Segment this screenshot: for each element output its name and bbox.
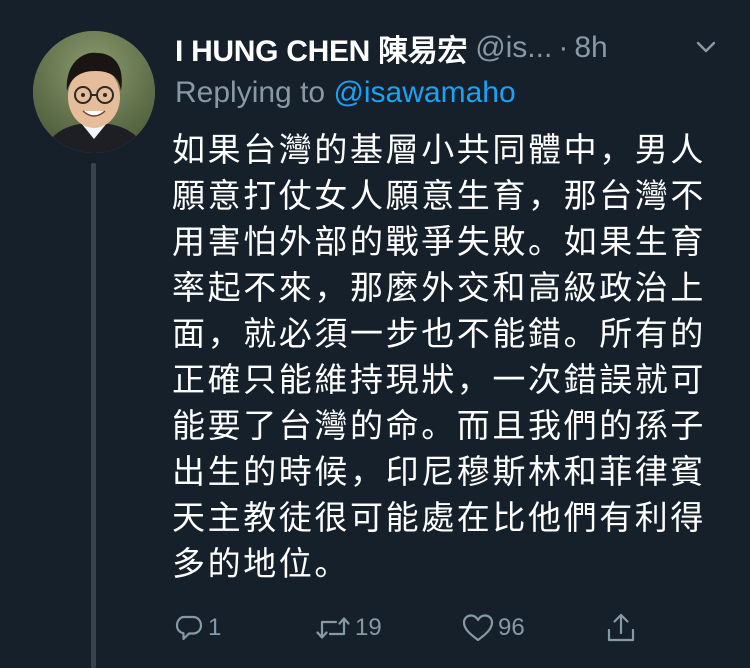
tweet-text: 如果台灣的基層小共同體中，男人願意打仗女人願意生育，那台灣不用害怕外部的戰爭失敗…: [172, 130, 706, 583]
tweet-header: I HUNG CHEN 陳易宏 @is... · 8h: [175, 26, 735, 70]
reply-count: 1: [208, 614, 222, 641]
replying-to-line: Replying to @isawamaho: [175, 76, 516, 110]
thread-line: [91, 163, 96, 668]
retweet-button[interactable]: 19: [315, 606, 382, 650]
heart-icon: [462, 613, 494, 643]
reply-button[interactable]: 1: [174, 606, 221, 650]
avatar-photo: [33, 31, 155, 153]
separator-dot: ·: [558, 31, 569, 64]
share-button[interactable]: [606, 606, 636, 650]
share-icon: [606, 612, 636, 644]
tweet[interactable]: I HUNG CHEN 陳易宏 @is... · 8h Replying to …: [0, 0, 750, 668]
retweet-count: 19: [355, 614, 382, 641]
timestamp[interactable]: 8h: [574, 31, 607, 65]
replying-to-mention[interactable]: @isawamaho: [333, 76, 515, 109]
retweet-icon: [315, 613, 351, 643]
like-count: 96: [498, 614, 525, 641]
chevron-down-icon[interactable]: [695, 36, 717, 58]
like-button[interactable]: 96: [462, 606, 525, 650]
replying-prefix: Replying to: [175, 76, 334, 109]
user-handle[interactable]: @is...: [475, 31, 552, 65]
action-bar: 1 19 96: [170, 606, 650, 650]
avatar[interactable]: [33, 31, 155, 153]
display-name[interactable]: I HUNG CHEN 陳易宏: [175, 26, 467, 70]
reply-icon: [174, 613, 204, 643]
